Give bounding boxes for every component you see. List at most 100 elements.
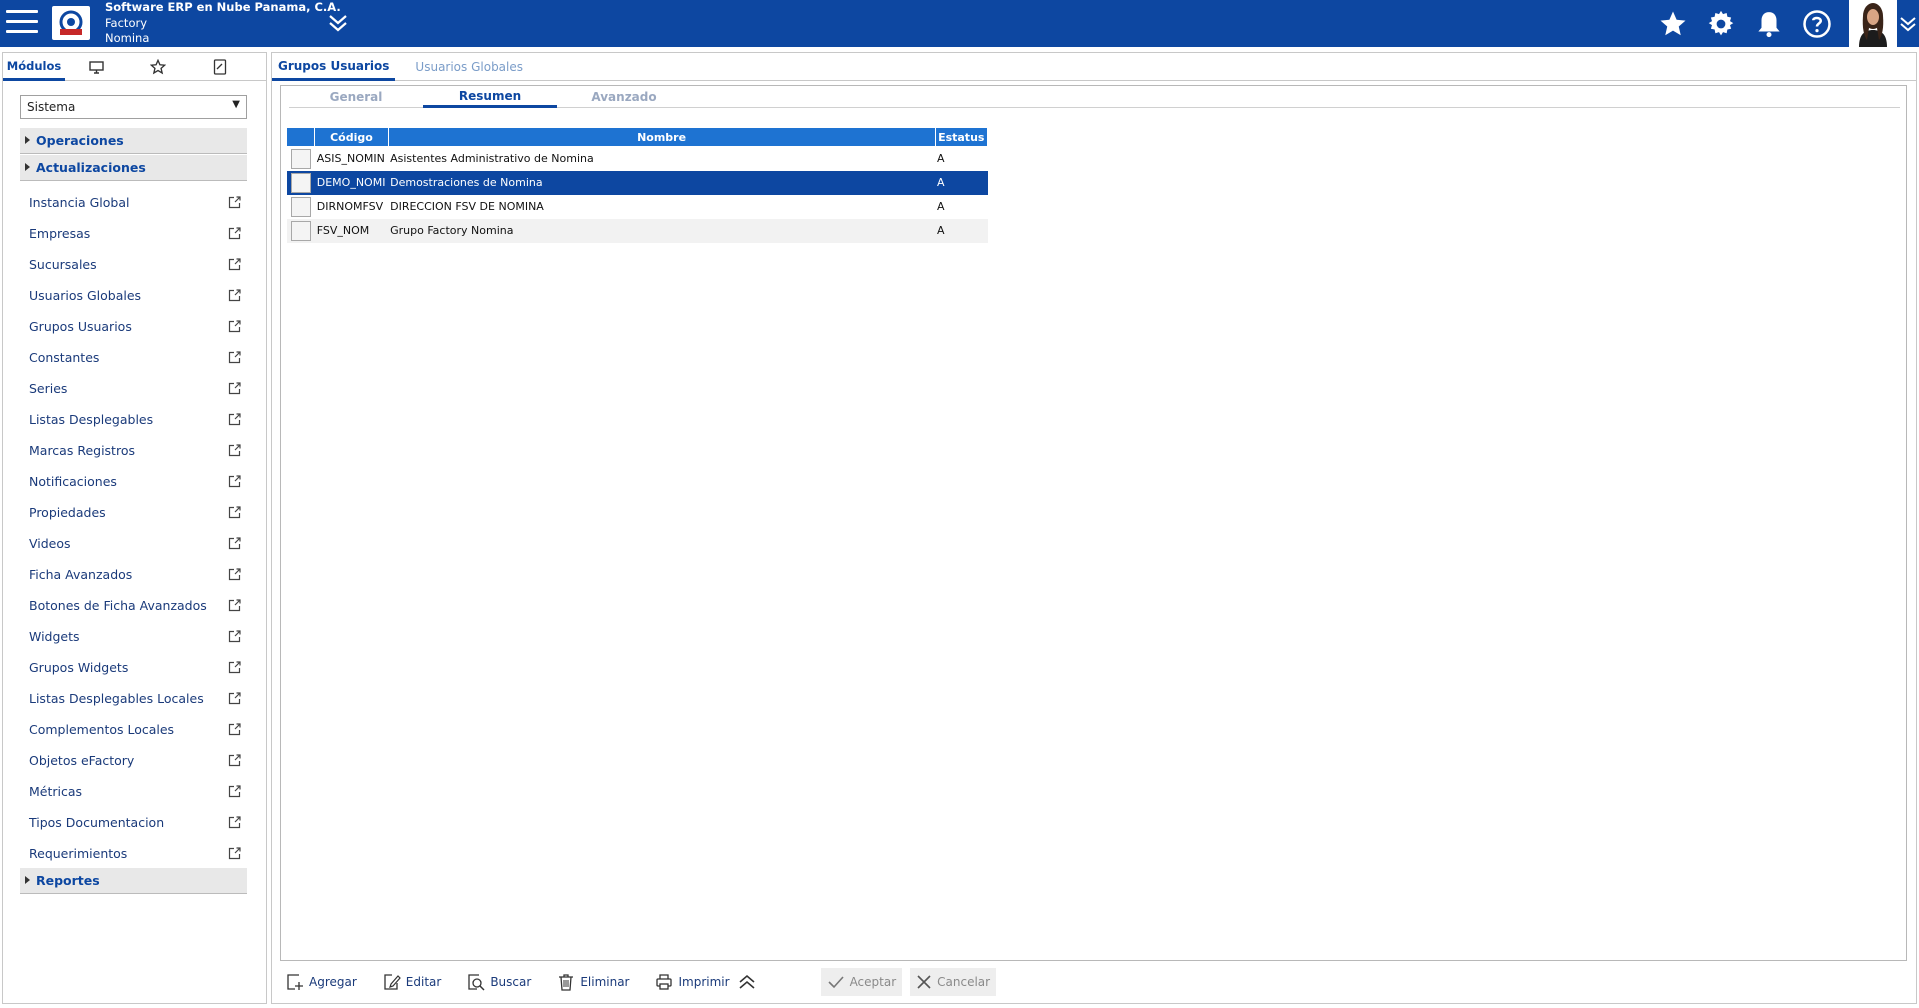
delete-button[interactable]: Eliminar <box>551 968 635 996</box>
gear-icon[interactable] <box>1705 8 1737 40</box>
sidebar-item-widgets[interactable]: Widgets <box>20 621 247 652</box>
sidebar-item-label: Métricas <box>29 784 83 799</box>
sidebar-item-ficha-avanzados[interactable]: Ficha Avanzados <box>20 559 247 590</box>
sidebar-item-usuarios-globales[interactable]: Usuarios Globales <box>20 280 247 311</box>
row-checkbox[interactable] <box>290 220 311 241</box>
monitor-icon[interactable] <box>65 53 127 81</box>
external-link-icon[interactable] <box>228 413 241 426</box>
select-column-header[interactable] <box>285 127 316 147</box>
group-actualizaciones[interactable]: Actualizaciones <box>20 155 247 181</box>
sidebar-item-empresas[interactable]: Empresas <box>20 218 247 249</box>
chevron-double-up-icon[interactable] <box>738 974 756 990</box>
external-link-icon[interactable] <box>228 382 241 395</box>
sidebar-item-requerimientos[interactable]: Requerimientos <box>20 838 247 869</box>
sidebar-item-series[interactable]: Series <box>20 373 247 404</box>
table-row[interactable]: DIRNOMFSV DIRECCION FSV DE NOMINA A <box>286 194 988 219</box>
sidebar-item-listas-desplegables[interactable]: Listas Desplegables <box>20 404 247 435</box>
row-checkbox[interactable] <box>290 196 311 217</box>
star-icon[interactable] <box>1657 8 1689 40</box>
external-link-icon[interactable] <box>228 847 241 860</box>
chevron-double-down-icon[interactable] <box>326 12 350 34</box>
external-link-icon[interactable] <box>228 258 241 271</box>
sidebar-item-tipos-documentacion[interactable]: Tipos Documentacion <box>20 807 247 838</box>
external-link-icon[interactable] <box>228 475 241 488</box>
sidebar-item-listas-desplegables-locales[interactable]: Listas Desplegables Locales <box>20 683 247 714</box>
tab-modulos[interactable]: Módulos <box>3 53 65 81</box>
subtab-avanzado[interactable]: Avanzado <box>557 86 691 108</box>
sidebar-item-grupos-widgets[interactable]: Grupos Widgets <box>20 652 247 683</box>
sidebar-item-sucursales[interactable]: Sucursales <box>20 249 247 280</box>
column-header-nombre[interactable]: Nombre <box>387 127 936 147</box>
external-link-icon[interactable] <box>228 196 241 209</box>
row-checkbox[interactable] <box>290 148 311 169</box>
sidebar-item-constantes[interactable]: Constantes <box>20 342 247 373</box>
bell-icon[interactable] <box>1753 8 1785 40</box>
sidebar-item-marcas-registros[interactable]: Marcas Registros <box>20 435 247 466</box>
sidebar-item-label: Propiedades <box>29 505 106 520</box>
star-icon[interactable] <box>127 53 189 81</box>
add-button[interactable]: Agregar <box>280 968 363 996</box>
sidebar-item-label: Instancia Global <box>29 195 130 210</box>
row-checkbox[interactable] <box>290 172 311 193</box>
subtab-general[interactable]: General <box>289 86 423 108</box>
sidebar-item-label: Objetos eFactory <box>29 753 135 768</box>
search-button[interactable]: Buscar <box>461 968 537 996</box>
print-button[interactable]: Imprimir <box>649 968 766 996</box>
table-row[interactable]: ASIS_NOMIN Asistentes Administrativo de N… <box>286 146 988 171</box>
group-operaciones[interactable]: Operaciones <box>20 128 247 154</box>
sidebar-item-instancia-global[interactable]: Instancia Global <box>20 187 247 218</box>
cell-codigo: FSV_NOM <box>314 218 389 243</box>
table-row[interactable]: DEMO_NOMI Demostraciones de Nomina A <box>286 170 988 195</box>
external-link-icon[interactable] <box>228 227 241 240</box>
external-link-icon[interactable] <box>228 320 241 333</box>
accept-button[interactable]: Aceptar <box>820 968 903 996</box>
external-link-icon[interactable] <box>228 692 241 705</box>
external-link-icon[interactable] <box>228 568 241 581</box>
external-link-icon[interactable] <box>228 630 241 643</box>
column-header-codigo[interactable]: Código <box>314 127 389 147</box>
external-link-icon[interactable] <box>228 537 241 550</box>
chevron-double-down-icon[interactable] <box>1897 0 1919 47</box>
sidebar-item-objetos-efactory[interactable]: Objetos eFactory <box>20 745 247 776</box>
external-link-icon[interactable] <box>228 506 241 519</box>
external-link-icon[interactable] <box>228 785 241 798</box>
top-bar: Software ERP en Nube Panama, C.A. Factor… <box>0 0 1919 47</box>
table-row[interactable]: FSV_NOM Grupo Factory Nomina A <box>286 218 988 243</box>
company-group: Factory <box>105 15 148 30</box>
sidebar-item-grupos-usuarios[interactable]: Grupos Usuarios <box>20 311 247 342</box>
external-link-icon[interactable] <box>228 289 241 302</box>
external-link-icon[interactable] <box>228 661 241 674</box>
subtab-resumen[interactable]: Resumen <box>423 86 557 108</box>
edit-button[interactable]: Editar <box>377 968 448 996</box>
sidebar-item-notificaciones[interactable]: Notificaciones <box>20 466 247 497</box>
tab-grupos-usuarios[interactable]: Grupos Usuarios <box>272 53 396 81</box>
sidebar-item-label: Ficha Avanzados <box>29 567 133 582</box>
sidebar-item-botones-de-ficha-avanzados[interactable]: Botones de Ficha Avanzados <box>20 590 247 621</box>
module-select-value: Sistema <box>27 100 76 114</box>
sidebar-item-propiedades[interactable]: Propiedades <box>20 497 247 528</box>
cell-nombre: DIRECCION FSV DE NOMINA <box>388 194 936 219</box>
external-link-icon[interactable] <box>228 351 241 364</box>
tab-usuarios-globales[interactable]: Usuarios Globales <box>409 53 529 81</box>
external-link-icon[interactable] <box>228 723 241 736</box>
add-icon <box>287 974 303 990</box>
sidebar-item-label: Botones de Ficha Avanzados <box>29 598 207 613</box>
sidebar-item-metricas[interactable]: Métricas <box>20 776 247 807</box>
external-link-icon[interactable] <box>228 816 241 829</box>
group-reportes[interactable]: Reportes <box>20 868 247 894</box>
sidebar-item-complementos-locales[interactable]: Complementos Locales <box>20 714 247 745</box>
external-link-icon[interactable] <box>228 599 241 612</box>
external-link-icon[interactable] <box>228 754 241 767</box>
cell-nombre: Demostraciones de Nomina <box>388 170 936 195</box>
external-link-icon[interactable] <box>228 444 241 457</box>
document-icon[interactable] <box>189 53 251 81</box>
module-select[interactable]: Sistema ▼ <box>20 95 247 119</box>
company-module: Nomina <box>105 31 150 45</box>
help-icon[interactable] <box>1801 8 1833 40</box>
cancel-button[interactable]: Cancelar <box>910 968 997 996</box>
bottom-toolbar: Agregar Editar Buscar Eliminar Imprimir … <box>280 967 1004 997</box>
user-avatar[interactable] <box>1849 0 1897 47</box>
menu-icon[interactable] <box>6 10 38 36</box>
column-header-estatus[interactable]: Estatus <box>934 127 989 147</box>
sidebar-item-videos[interactable]: Videos <box>20 528 247 559</box>
